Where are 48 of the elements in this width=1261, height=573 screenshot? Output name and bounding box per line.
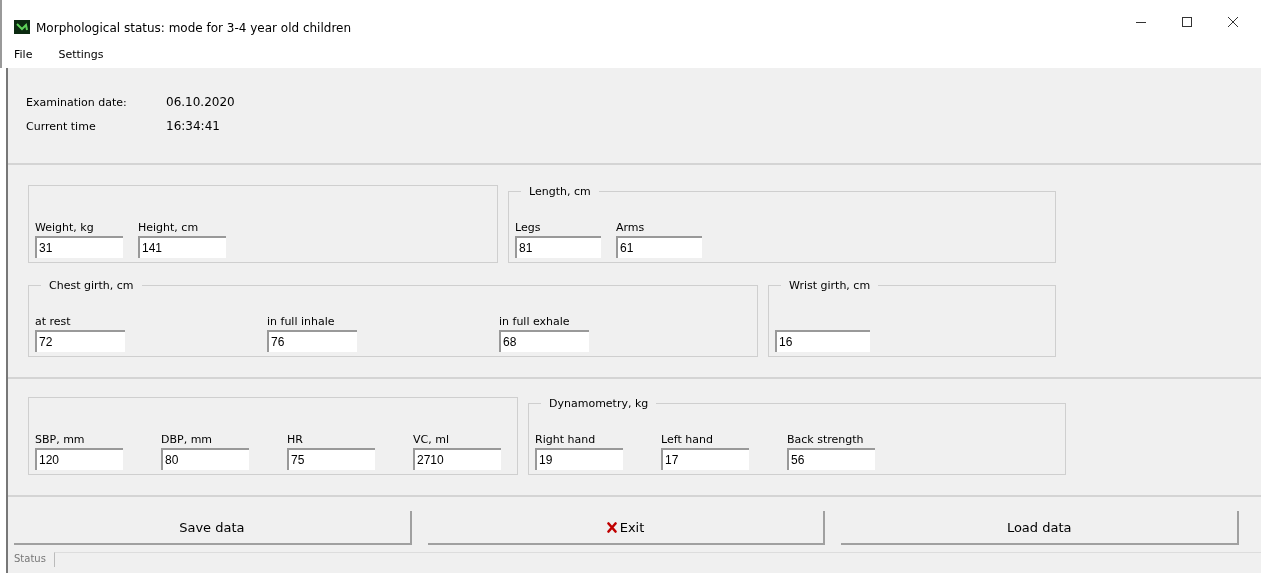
input-field[interactable]: 81 <box>515 236 601 258</box>
cross-icon <box>606 521 617 533</box>
field-label: Arms <box>616 221 646 234</box>
field-label: SBP, mm <box>35 433 86 446</box>
group-title: Dynamometry, kg <box>548 397 650 410</box>
input-field[interactable]: 141 <box>138 236 226 258</box>
action-button[interactable]: Save data <box>14 511 412 545</box>
field-label: in full inhale <box>267 315 336 328</box>
field-label: Left hand <box>661 433 714 446</box>
input-field[interactable]: 19 <box>535 448 623 470</box>
field-label: Weight, kg <box>35 221 95 234</box>
input-field[interactable]: 17 <box>661 448 749 470</box>
input-field[interactable]: 76 <box>267 330 357 352</box>
info-value: 06.10.2020 <box>166 95 235 109</box>
menu-item[interactable]: Settings <box>58 47 104 61</box>
input-field[interactable]: 16 <box>775 330 870 352</box>
group-title: Chest girth, cm <box>48 279 135 292</box>
field-label: Back strength <box>787 433 865 446</box>
field-label: Legs <box>515 221 542 234</box>
field-label: in full exhale <box>499 315 571 328</box>
group-title: Length, cm <box>528 185 592 198</box>
window-title: Morphological status: mode for 3-4 year old children <box>36 21 352 37</box>
menu-item[interactable]: File <box>14 47 33 61</box>
input-field[interactable]: 120 <box>35 448 123 470</box>
input-field[interactable]: 80 <box>161 448 249 470</box>
field-label: at rest <box>35 315 72 328</box>
status-label: Status <box>13 553 46 565</box>
input-field[interactable]: 56 <box>787 448 875 470</box>
field-label: Height, cm <box>138 221 200 234</box>
group-title: Wrist girth, cm <box>788 279 872 292</box>
input-field[interactable]: 72 <box>35 330 125 352</box>
field-label: HR <box>287 433 304 446</box>
action-button[interactable]: Load data <box>841 511 1239 545</box>
input-field[interactable]: 31 <box>35 236 123 258</box>
action-button[interactable]: Exit <box>427 511 826 545</box>
input-field[interactable]: 68 <box>499 330 589 352</box>
field-label: VC, ml <box>413 433 450 446</box>
input-field[interactable]: 61 <box>616 236 702 258</box>
close-icon[interactable] <box>1227 16 1239 28</box>
field-label: Right hand <box>535 433 597 446</box>
info-label: Examination date: <box>26 95 128 109</box>
app-icon <box>14 20 30 34</box>
input-field[interactable]: 75 <box>287 448 375 470</box>
maximize-icon[interactable] <box>1181 16 1193 28</box>
field-label: DBP, mm <box>161 433 214 446</box>
info-value: 16:34:41 <box>166 119 220 133</box>
info-label: Current time <box>26 119 97 133</box>
input-field[interactable]: 2710 <box>413 448 501 470</box>
